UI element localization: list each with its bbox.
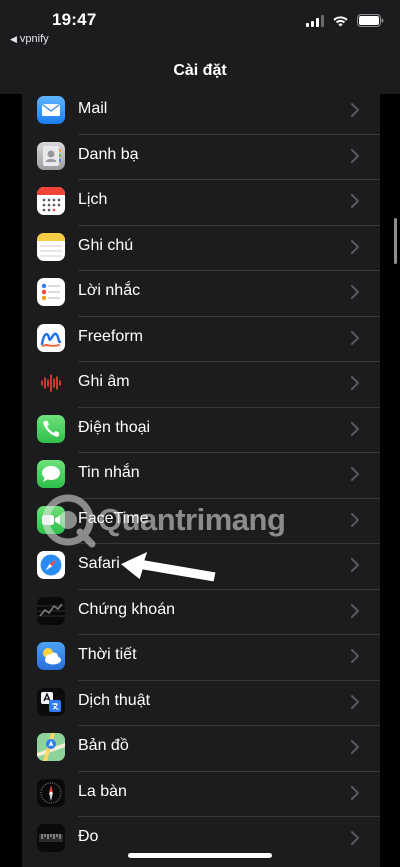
chevron-right-icon (351, 285, 359, 299)
chevron-right-icon (351, 558, 359, 572)
chevron-right-icon (351, 785, 359, 800)
stocks-icon (37, 596, 65, 625)
settings-row-phone[interactable]: Điện thoại (22, 408, 380, 453)
settings-row-label: Lịch (78, 191, 108, 208)
chevron-right-icon (351, 194, 359, 208)
pointer-arrow-icon (119, 550, 217, 583)
status-time: 19:47 (52, 10, 97, 29)
chevron-right-icon (351, 694, 359, 709)
chevron-right-icon (351, 603, 359, 618)
settings-row-label: Freeform (78, 327, 143, 345)
settings-row-label: FaceTime (78, 509, 149, 527)
weather-icon (37, 642, 65, 670)
settings-row-notes[interactable]: Ghi chú (22, 226, 380, 271)
maps-icon (37, 733, 65, 761)
settings-row-calendar[interactable]: Lịch (22, 180, 380, 226)
settings-row-label: Thời tiết (78, 646, 137, 663)
settings-row-label: Ghi âm (78, 373, 130, 390)
settings-row-label: Bản đồ (78, 737, 129, 754)
chevron-right-icon (351, 239, 359, 254)
settings-row-label: Điện thoại (78, 418, 151, 436)
chevron-right-icon (351, 467, 359, 481)
mail-icon (37, 96, 65, 124)
back-app-label: vpnify (19, 33, 49, 45)
settings-row-label: Ghi chú (78, 236, 134, 254)
chevron-right-icon (351, 376, 359, 390)
chevron-right-icon (351, 103, 359, 117)
settings-row-mail[interactable]: Mail (22, 94, 380, 135)
settings-row-freeform[interactable]: Freeform (22, 317, 380, 362)
messages-icon (37, 460, 65, 488)
notes-icon (37, 232, 65, 261)
home-indicator[interactable] (128, 853, 272, 858)
settings-row-maps[interactable]: Bản đồ (22, 726, 380, 772)
settings-scroll-area[interactable]: Mail Danh bạ Lịch Ghi chú Lời nhắc Freef… (0, 94, 400, 867)
chevron-right-icon (351, 649, 359, 663)
settings-row-label: La bàn (78, 782, 127, 800)
status-bar: 19:47 ◀ vpnify (0, 0, 400, 48)
reminders-icon (37, 278, 65, 306)
chevron-right-icon (351, 740, 359, 754)
settings-row-label: Safari (78, 555, 120, 572)
back-to-app-link[interactable]: ◀ vpnify (10, 33, 49, 45)
page-title: Cài đặt (173, 62, 227, 79)
chevron-right-icon (351, 421, 359, 436)
chevron-right-icon (351, 512, 359, 527)
settings-row-reminders[interactable]: Lời nhắc (22, 271, 380, 317)
facetime-icon (37, 505, 65, 534)
settings-row-label: Mail (78, 100, 108, 117)
contacts-icon (37, 141, 65, 170)
voice-memos-icon (37, 369, 65, 397)
settings-group: Mail Danh bạ Lịch Ghi chú Lời nhắc Freef… (22, 94, 380, 867)
settings-row-messages[interactable]: Tin nhắn (22, 453, 380, 499)
settings-row-label: Danh bạ (78, 145, 139, 163)
safari-icon (37, 551, 65, 579)
settings-row-weather[interactable]: Thời tiết (22, 635, 380, 681)
chevron-right-icon (351, 330, 359, 345)
settings-row-contacts[interactable]: Danh bạ (22, 135, 380, 180)
phone-icon (37, 414, 65, 443)
settings-row-voice-memos[interactable]: Ghi âm (22, 362, 380, 408)
chevron-right-icon (351, 148, 359, 163)
settings-row-stocks[interactable]: Chứng khoán (22, 590, 380, 635)
measure-icon (37, 824, 65, 852)
settings-row-facetime[interactable]: FaceTime (22, 499, 380, 544)
back-triangle-icon: ◀ (10, 34, 17, 44)
translate-icon (37, 687, 65, 716)
settings-row-label: Đo (78, 828, 99, 845)
settings-row-label: Lời nhắc (78, 282, 141, 299)
settings-row-label: Dịch thuật (78, 691, 151, 709)
compass-icon (37, 778, 65, 807)
scroll-indicator[interactable] (394, 218, 397, 264)
battery-icon (357, 14, 384, 27)
wifi-icon (333, 15, 348, 26)
chevron-right-icon (351, 831, 359, 845)
freeform-icon (37, 323, 65, 352)
settings-row-label: Chứng khoán (78, 600, 175, 618)
settings-row-translate[interactable]: Dịch thuật (22, 681, 380, 726)
navigation-bar: Cài đặt (0, 48, 400, 94)
status-icons (306, 14, 384, 27)
calendar-icon (37, 187, 65, 215)
settings-row-compass[interactable]: La bàn (22, 772, 380, 817)
cellular-signal-icon (306, 14, 324, 27)
settings-row-label: Tin nhắn (78, 464, 140, 481)
